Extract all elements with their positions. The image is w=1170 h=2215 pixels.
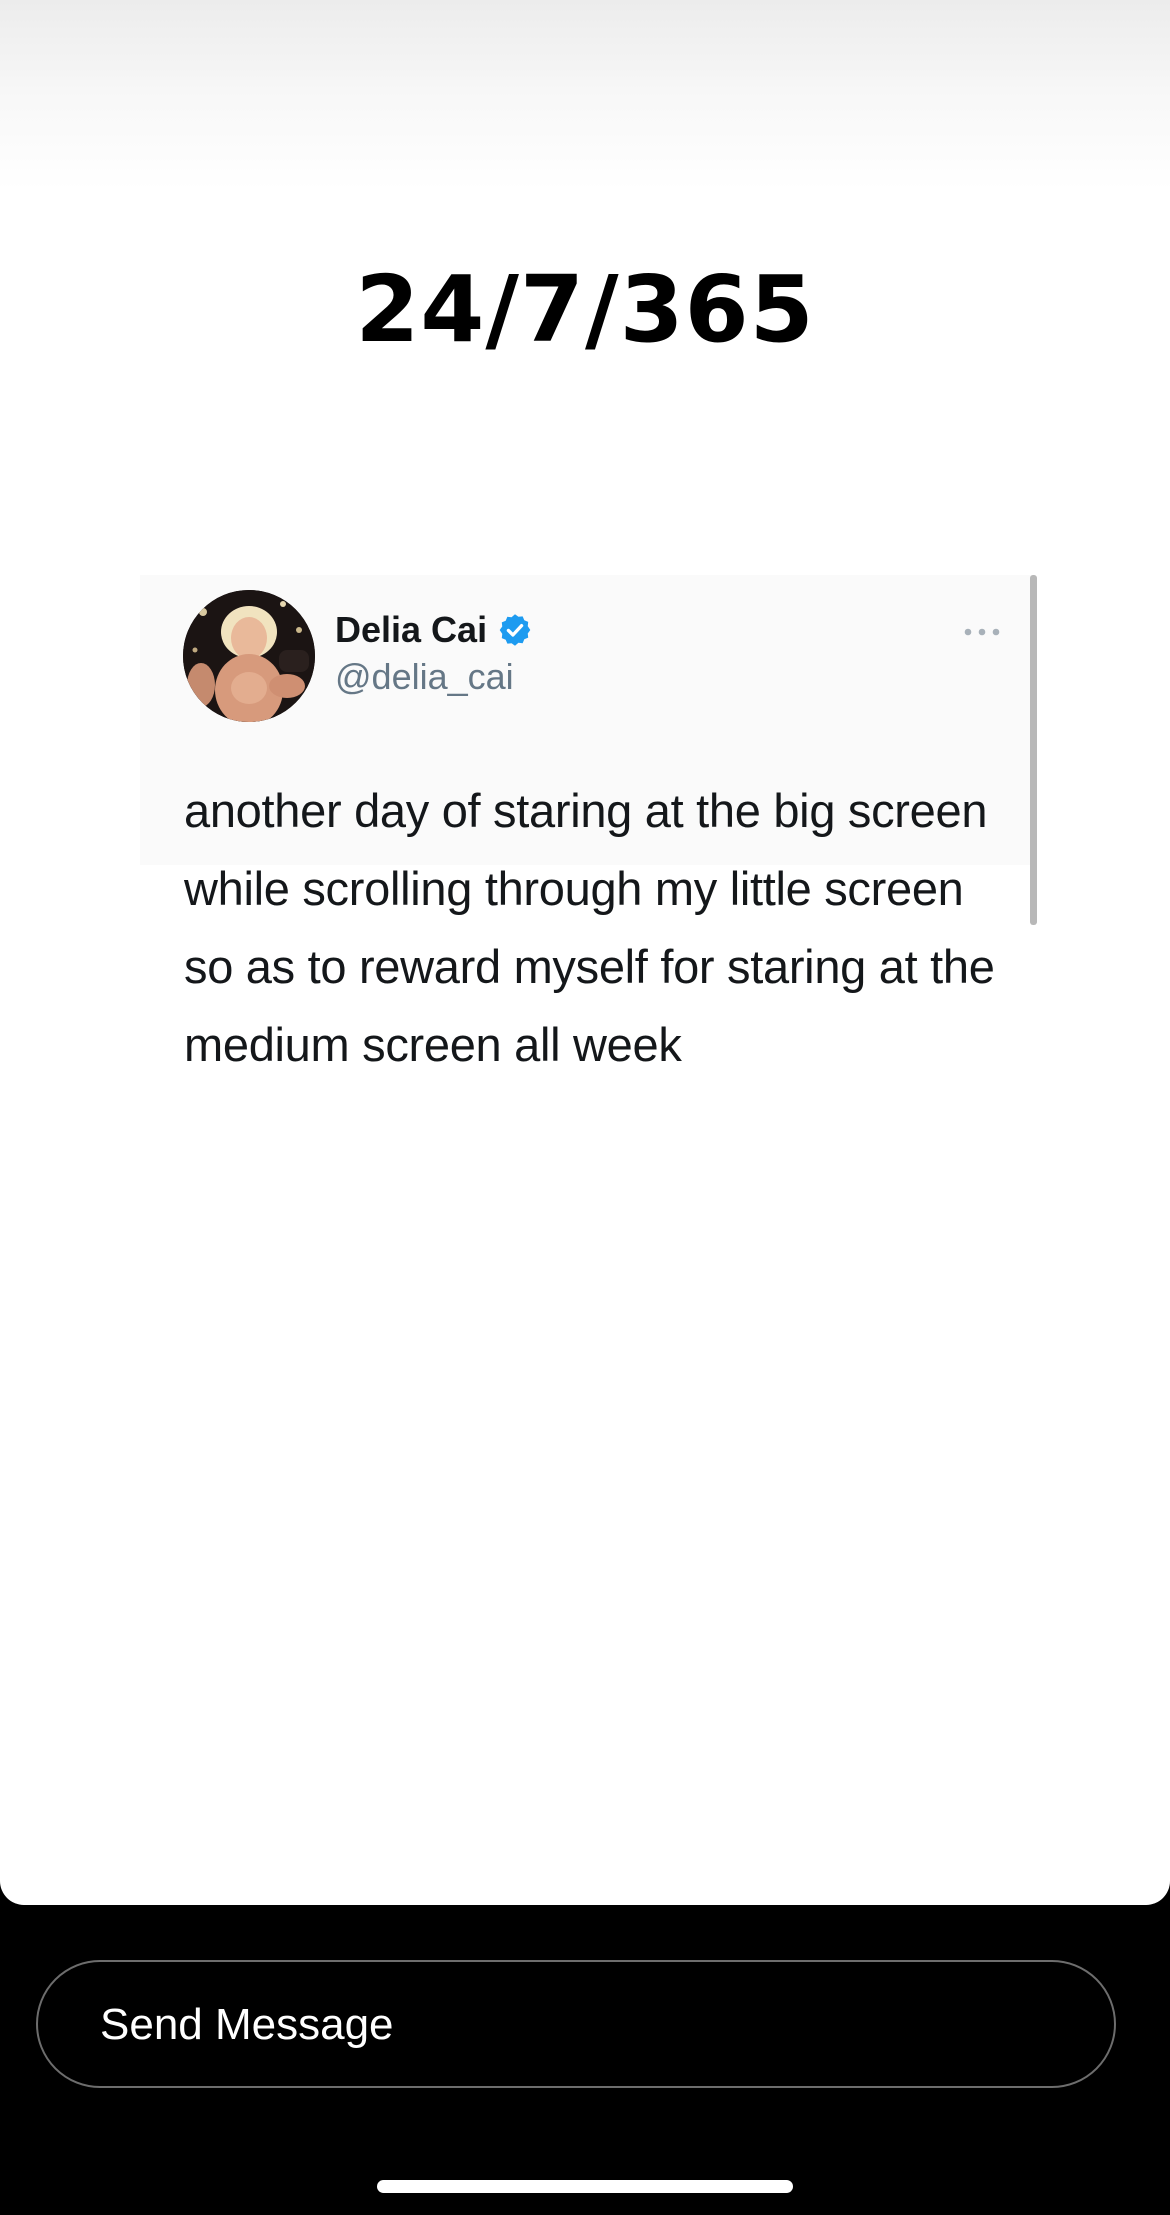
tweet-scrollbar [1030,575,1037,925]
story-card: 24/7/365 Delia Cai @delia_cai another da… [0,0,1170,1905]
author-name[interactable]: Delia Cai [335,608,487,652]
story-title: 24/7/365 [355,256,815,363]
avatar[interactable] [183,590,315,722]
author-handle[interactable]: @delia_cai [335,655,514,699]
ellipsis-icon[interactable] [962,620,1002,644]
avatar-photo [183,590,315,722]
home-indicator[interactable] [377,2180,793,2193]
send-message-placeholder: Send Message [100,2000,394,2049]
tweet-text: another day of staring at the big screen… [184,784,995,1071]
verified-badge-icon [499,614,531,646]
author-name-row[interactable]: Delia Cai [335,608,533,652]
